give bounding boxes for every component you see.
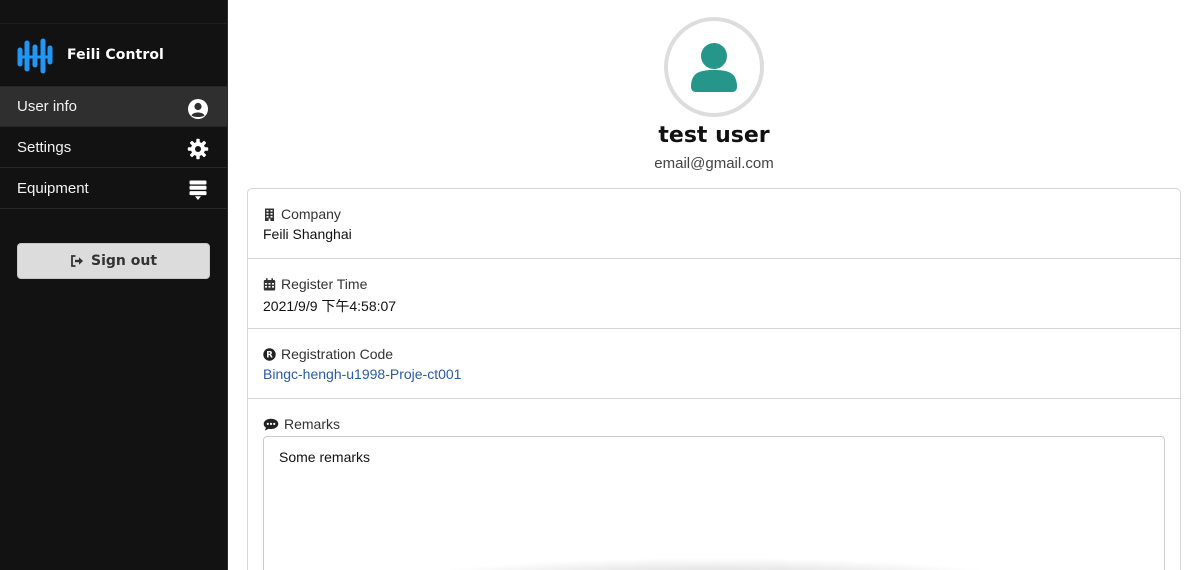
sidebar-top-spacer	[0, 0, 227, 24]
user-avatar-icon	[691, 43, 737, 92]
registration-code-label: R Registration Code	[263, 346, 1165, 362]
user-circle-icon	[188, 99, 208, 119]
company-value: Feili Shanghai	[263, 226, 352, 242]
register-time-field: Register Time 2021/9/9 下午4:58:07	[248, 259, 1180, 329]
remarks-textarea[interactable]: Some remarks	[263, 436, 1165, 570]
register-time-label: Register Time	[263, 276, 1165, 292]
registered-icon: R	[263, 347, 276, 361]
registration-code-label-text: Registration Code	[281, 346, 394, 362]
sign-out-icon	[71, 255, 83, 267]
sign-out-label: Sign out	[90, 253, 158, 269]
svg-text:R: R	[266, 350, 273, 360]
company-field: Company Feili Shanghai	[248, 189, 1180, 259]
main-content: test user email@gmail.com Company Feili …	[228, 0, 1200, 570]
remarks-label: Remarks	[263, 416, 1165, 432]
company-label: Company	[263, 206, 1165, 222]
sign-out-button[interactable]: Sign out	[17, 243, 210, 279]
brand-name: Feili Control	[67, 47, 164, 63]
remarks-label-text: Remarks	[284, 416, 341, 432]
building-icon	[265, 208, 274, 221]
sidebar-item-label: Settings	[17, 138, 72, 156]
sidebar-item-label: Equipment	[17, 179, 89, 197]
remarks-field: Remarks Some remarks	[248, 399, 1180, 570]
gear-icon	[187, 138, 209, 160]
sidebar-item-user-info[interactable]: User info	[0, 86, 227, 127]
company-label-text: Company	[281, 206, 341, 222]
comment-dots-icon	[263, 418, 279, 430]
brand[interactable]: Feili Control	[0, 24, 227, 86]
register-time-label-text: Register Time	[281, 276, 368, 292]
registration-code-field: R Registration Code Bingc-hengh-u1998-Pr…	[248, 329, 1180, 399]
registration-code-link[interactable]: Bingc-hengh-u1998-Proje-ct001	[263, 366, 1165, 382]
user-email: email@gmail.com	[654, 155, 774, 172]
avatar	[664, 17, 764, 117]
user-name: test user	[658, 123, 770, 148]
sidebar-item-equipment[interactable]: Equipment	[0, 168, 227, 209]
register-time-value: 2021/9/9 下午4:58:07	[263, 298, 397, 314]
user-details-card: Company Feili Shanghai Register Time 202…	[247, 188, 1181, 570]
sidebar-item-settings[interactable]: Settings	[0, 127, 227, 168]
calendar-icon	[263, 277, 276, 290]
server-stack-icon	[189, 180, 207, 200]
waveform-logo-icon	[17, 38, 53, 74]
sidebar-item-label: User info	[17, 98, 78, 115]
sidebar: Feili Control User info Settings Equipme…	[0, 0, 228, 570]
